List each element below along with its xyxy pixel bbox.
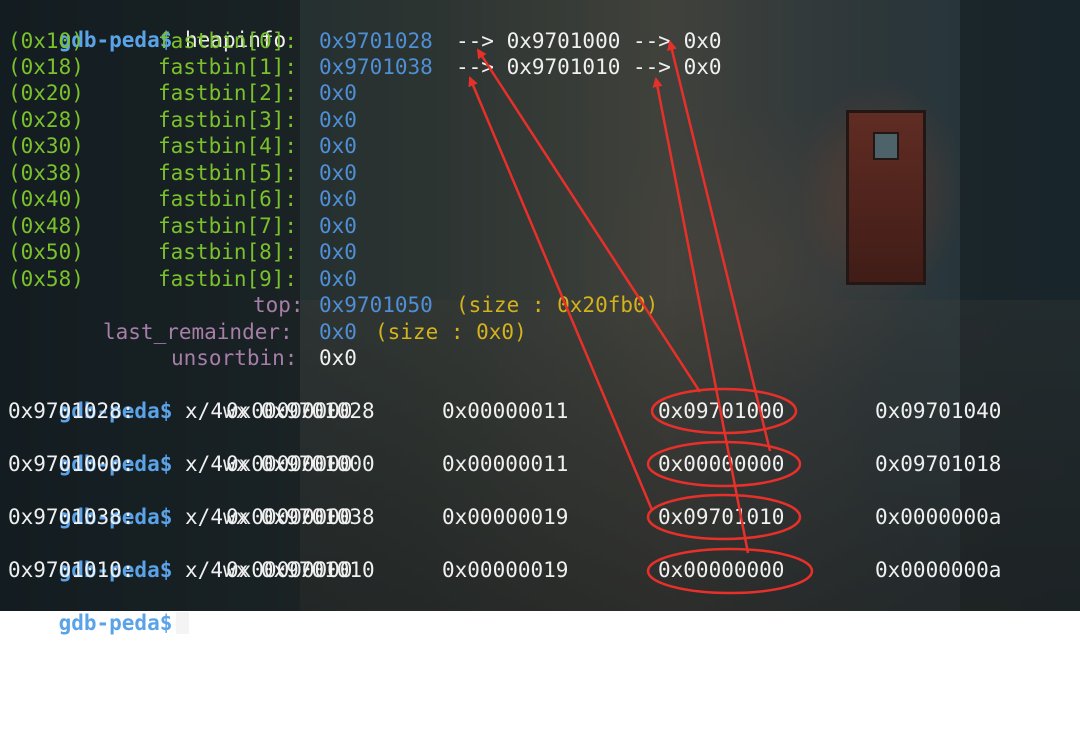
annotation-overlay xyxy=(468,40,814,595)
terminal-window[interactable]: gdb-peda$ heapinfo (0x10) fastbin[0]: 0x… xyxy=(0,0,1080,635)
highlight-ellipse xyxy=(646,440,802,488)
highlight-ellipse xyxy=(646,493,802,541)
text-cursor xyxy=(176,612,190,634)
prompt: gdb-peda$ xyxy=(58,611,173,635)
annotation-arrow xyxy=(468,76,654,511)
annotation-arrow xyxy=(652,77,750,554)
annotation-arrow xyxy=(476,48,702,393)
highlight-ellipse xyxy=(646,547,814,595)
